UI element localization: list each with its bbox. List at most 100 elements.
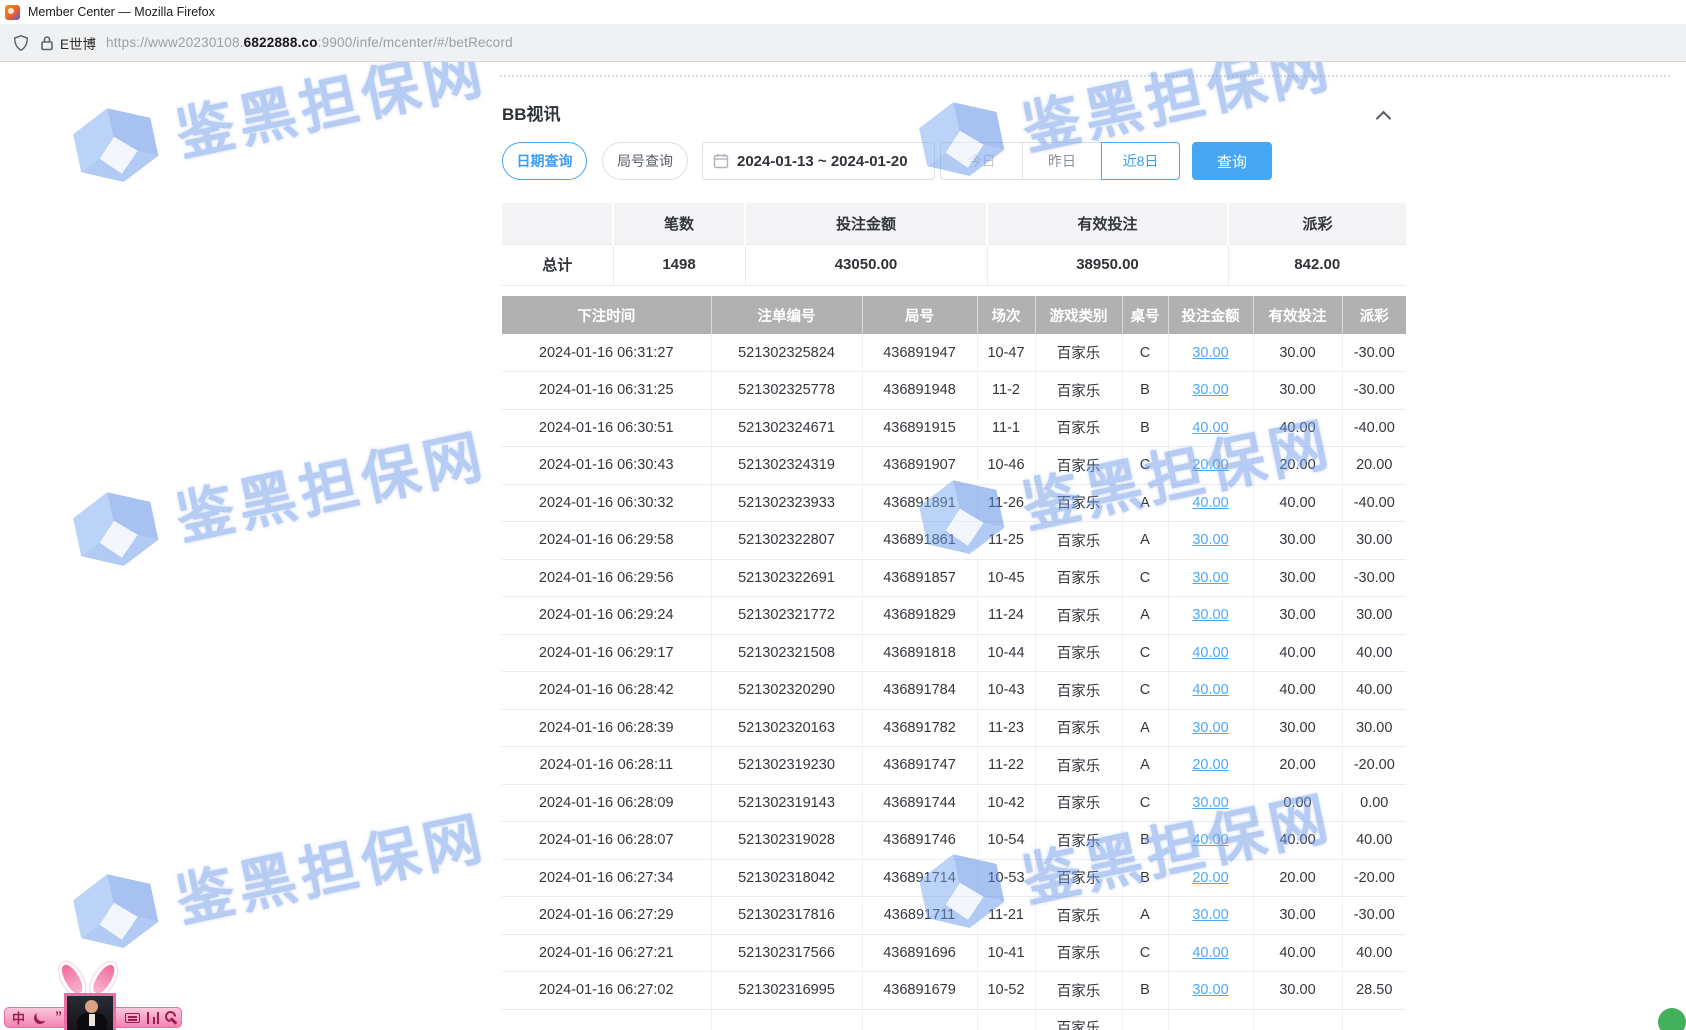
game-type-cell: 百家乐 <box>1035 822 1122 860</box>
valid-bet-cell: 30.00 <box>1253 972 1342 1010</box>
bet-amount-link[interactable]: 30.00 <box>1192 907 1228 923</box>
table-row: 2024-01-16 06:28:09521302319143436891744… <box>502 784 1406 822</box>
avatar-head <box>85 1000 98 1013</box>
bet-amount-cell: 20.00 <box>1168 747 1253 785</box>
url-text[interactable]: https://www20230108.6822888.co:9900/infe… <box>106 35 513 50</box>
order-id-cell: 521302321508 <box>711 634 862 672</box>
url-bar[interactable]: E世博 https://www20230108.6822888.co:9900/… <box>0 24 1686 62</box>
round-id-cell: 436891861 <box>862 522 977 560</box>
session-cell: 11-26 <box>977 484 1035 522</box>
last-8-days-button[interactable]: 近8日 <box>1101 142 1180 180</box>
session-cell: 11-1 <box>977 409 1035 447</box>
bet-time-cell: 2024-01-16 06:27:21 <box>502 934 711 972</box>
bet-amount-link[interactable]: 40.00 <box>1192 832 1228 848</box>
bet-amount-link[interactable]: 40.00 <box>1192 420 1228 436</box>
bet-amount-link[interactable]: 40.00 <box>1192 645 1228 661</box>
bet-time-cell: 2024-01-16 06:27:34 <box>502 859 711 897</box>
punctuation-icon[interactable]: ” <box>55 1006 62 1025</box>
yesterday-button[interactable]: 昨日 <box>1022 142 1102 180</box>
payout-cell: 40.00 <box>1342 934 1406 972</box>
date-range-picker[interactable]: 2024-01-13 ~ 2024-01-20 <box>702 142 935 180</box>
header-game-type: 游戏类别 <box>1035 296 1122 334</box>
game-type-cell: 百家乐 <box>1035 709 1122 747</box>
bet-amount-cell: 40.00 <box>1168 484 1253 522</box>
game-type-cell: 百家乐 <box>1035 372 1122 410</box>
round-id-cell: 436891891 <box>862 484 977 522</box>
watermark-text: 鉴黑担保网 <box>168 791 494 939</box>
bet-time-cell: 2024-01-16 06:31:25 <box>502 372 711 410</box>
game-type-cell: 百家乐 <box>1035 1009 1122 1030</box>
game-type-cell: 百家乐 <box>1035 447 1122 485</box>
valid-bet-cell: 40.00 <box>1253 409 1342 447</box>
bet-amount-link[interactable]: 20.00 <box>1192 457 1228 473</box>
layout-split-icon[interactable] <box>147 1012 159 1024</box>
summary-payout-value: 842.00 <box>1228 244 1406 285</box>
bet-amount-cell: 40.00 <box>1168 934 1253 972</box>
order-id-cell: 521302323933 <box>711 484 862 522</box>
bet-amount-link[interactable]: 20.00 <box>1192 870 1228 886</box>
summary-header-payout: 派彩 <box>1228 203 1406 244</box>
bet-amount-link[interactable]: 30.00 <box>1192 532 1228 548</box>
bet-amount-link[interactable]: 30.00 <box>1192 607 1228 623</box>
watermark-text: 鉴黑担保网 <box>168 409 494 557</box>
session-cell: 11-24 <box>977 597 1035 635</box>
bet-amount-link[interactable]: 40.00 <box>1192 682 1228 698</box>
site-label: E世博 <box>60 33 96 53</box>
bet-amount-link[interactable]: 30.00 <box>1192 570 1228 586</box>
bet-amount-link[interactable]: 30.00 <box>1192 795 1228 811</box>
order-id-cell: 521302319143 <box>711 784 862 822</box>
bet-amount-link[interactable]: 20.00 <box>1192 757 1228 773</box>
session-cell: 11-21 <box>977 897 1035 935</box>
valid-bet-cell: 30.00 <box>1253 709 1342 747</box>
bet-time-cell: 2024-01-16 06:28:09 <box>502 784 711 822</box>
round-id-cell: 436891744 <box>862 784 977 822</box>
watermark: 鉴黑担保网 <box>60 791 493 962</box>
game-type-cell: 百家乐 <box>1035 334 1122 372</box>
payout-cell: 20.00 <box>1342 447 1406 485</box>
lock-icon[interactable] <box>40 35 54 51</box>
today-button[interactable]: 今日 <box>940 142 1023 180</box>
session-cell: 10-43 <box>977 672 1035 710</box>
table-row: 2024-01-16 06:29:58521302322807436891861… <box>502 522 1406 560</box>
filter-toolbar: 日期查询 局号查询 2024-01-13 ~ 2024-01-20 今日 昨日 … <box>502 142 1406 182</box>
ime-language-toggle[interactable]: 中 <box>12 1008 25 1027</box>
table-row: 2024-01-16 06:28:42521302320290436891784… <box>502 672 1406 710</box>
ime-avatar[interactable] <box>64 993 116 1030</box>
bet-amount-link[interactable]: 30.00 <box>1192 345 1228 361</box>
wrench-icon[interactable] <box>165 1011 178 1024</box>
bet-amount-link[interactable]: 30.00 <box>1192 720 1228 736</box>
summary-total-label: 总计 <box>502 244 613 285</box>
bet-amount-link[interactable]: 30.00 <box>1192 382 1228 398</box>
bet-amount-cell: 20.00 <box>1168 447 1253 485</box>
bet-amount-link[interactable]: 30.00 <box>1192 982 1228 998</box>
floating-green-dot[interactable] <box>1658 1008 1686 1030</box>
bet-time-cell: 2024-01-16 06:30:32 <box>502 484 711 522</box>
session-cell: 10-54 <box>977 822 1035 860</box>
order-id-cell: 521302319230 <box>711 747 862 785</box>
search-button[interactable]: 查询 <box>1192 142 1272 180</box>
session-cell: 11-25 <box>977 522 1035 560</box>
chevron-up-icon[interactable] <box>1378 110 1391 123</box>
table-row: 2024-01-16 06:28:07521302319028436891746… <box>502 822 1406 860</box>
order-id-cell: 521302318042 <box>711 859 862 897</box>
round-id-cell: 436891679 <box>862 972 977 1010</box>
shield-icon[interactable] <box>12 34 30 52</box>
moon-icon[interactable] <box>33 1011 48 1026</box>
game-type-cell: 百家乐 <box>1035 634 1122 672</box>
summary-total-row: 总计 1498 43050.00 38950.00 842.00 <box>502 244 1406 285</box>
keyboard-icon[interactable] <box>125 1013 140 1023</box>
desk-cell: A <box>1122 897 1168 935</box>
bet-amount-link[interactable]: 40.00 <box>1192 495 1228 511</box>
round-query-button[interactable]: 局号查询 <box>602 142 688 180</box>
bet-amount-link[interactable]: 40.00 <box>1192 945 1228 961</box>
valid-bet-cell: 30.00 <box>1253 522 1342 560</box>
bet-time-cell: 2024-01-16 06:31:27 <box>502 334 711 372</box>
game-type-cell: 百家乐 <box>1035 972 1122 1010</box>
date-query-button[interactable]: 日期查询 <box>502 142 587 180</box>
url-suffix: :9900/infe/mcenter/#/betRecord <box>318 35 513 50</box>
game-type-cell: 百家乐 <box>1035 784 1122 822</box>
table-row: 2024-01-16 06:30:51521302324671436891915… <box>502 409 1406 447</box>
summary-header-bet-amount: 投注金额 <box>745 203 987 244</box>
payout-cell: 40.00 <box>1342 672 1406 710</box>
header-bet-time: 下注时间 <box>502 296 711 334</box>
